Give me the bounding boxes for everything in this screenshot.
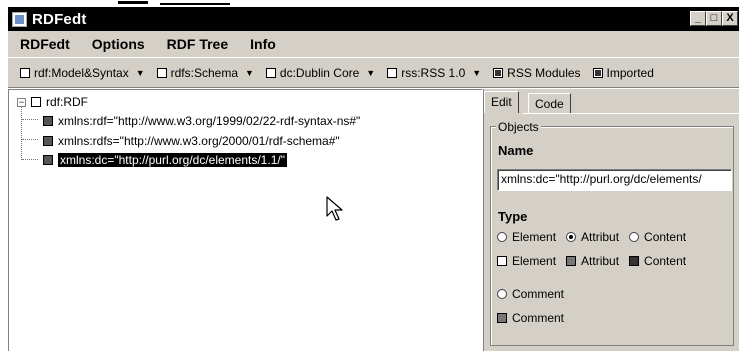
radio-element[interactable]: Element (497, 230, 556, 244)
box-label: Comment (512, 311, 565, 325)
toolbar-item-imported[interactable]: Imported (592, 65, 654, 80)
toolbar-item-rdfs-schema[interactable]: rdfs:Schema ▼ (156, 65, 254, 80)
radio-icon[interactable] (497, 232, 507, 242)
toolbar-label: RSS Modules (507, 65, 581, 80)
type-label: Type (498, 209, 528, 224)
dropdown-arrow-icon[interactable]: ▼ (472, 68, 481, 78)
box-element[interactable]: Element (497, 254, 556, 268)
close-button[interactable]: X (722, 11, 738, 26)
square-icon (566, 256, 577, 266)
menu-info[interactable]: Info (250, 36, 276, 52)
node-icon (43, 136, 53, 146)
node-icon (43, 116, 53, 126)
menu-rdf-tree[interactable]: RDF Tree (167, 36, 228, 52)
type-radio-row: Element Attribut Content (497, 230, 696, 244)
mouse-pointer-icon (326, 196, 343, 221)
top-edge-strip (0, 0, 739, 7)
title-bar: RDFedt _ □ X (8, 7, 739, 31)
menu-bar: RDFedt Options RDF Tree Info (8, 31, 739, 57)
box-label: Content (644, 254, 687, 268)
menu-options[interactable]: Options (92, 36, 145, 52)
checkbox-imported[interactable] (592, 67, 603, 78)
box-comment[interactable]: Comment (497, 311, 564, 325)
square-icon (497, 256, 507, 266)
tree-connector-line (21, 107, 22, 160)
checkbox-rss[interactable] (387, 67, 398, 78)
tree-node-selected[interactable]: xmlns:dc="http://purl.org/dc/elements/1.… (38, 152, 288, 168)
tree-root-node[interactable]: − rdf:RDF (17, 95, 88, 109)
node-icon (43, 155, 53, 165)
tree-node-label: xmlns:rdfs="http://www.w3.org/2000/01/rd… (58, 134, 340, 148)
dropdown-arrow-icon[interactable]: ▼ (136, 68, 145, 78)
radio-label: Attribut (581, 230, 620, 244)
tree-connector-line (22, 139, 38, 140)
app-icon (12, 11, 27, 27)
tree-node[interactable]: xmlns:rdfs="http://www.w3.org/2000/01/rd… (38, 134, 340, 148)
tab-code[interactable]: Code (528, 93, 571, 113)
toolbar-item-rss-modules[interactable]: RSS Modules (493, 65, 581, 80)
checkbox-rdf-model-syntax[interactable] (20, 67, 30, 78)
radio-label: Comment (512, 287, 565, 301)
checkbox-rdfs-schema[interactable] (156, 67, 167, 78)
dropdown-arrow-icon[interactable]: ▼ (245, 68, 254, 78)
toolbar-label: rss:RSS 1.0 (401, 65, 466, 80)
minimize-button[interactable]: _ (690, 11, 706, 26)
toolbar-item-dublin-core[interactable]: dc:Dublin Core ▼ (265, 65, 375, 80)
toolbar: rdf:Model&Syntax ▼ rdfs:Schema ▼ dc:Dubl… (8, 57, 739, 88)
box-label: Attribut (581, 254, 620, 268)
maximize-button[interactable]: □ (706, 11, 722, 26)
toolbar-label: dc:Dublin Core (279, 65, 360, 80)
name-field[interactable]: xmlns:dc="http://purl.org/dc/elements/ (497, 169, 732, 191)
objects-group-label: Objects (496, 120, 541, 134)
radio-attribut[interactable]: Attribut (566, 230, 619, 244)
menu-rdfedt[interactable]: RDFedt (20, 36, 70, 52)
rdf-tree-panel[interactable]: − rdf:RDF xmlns:rdf="http://www.w3.org/1… (8, 89, 482, 351)
checkbox-rss-modules[interactable] (493, 67, 504, 78)
box-content[interactable]: Content (629, 254, 686, 268)
type-box-row: Element Attribut Content (497, 254, 696, 268)
tree-node-label: xmlns:dc="http://purl.org/dc/elements/1.… (57, 152, 288, 168)
checkbox-dublin-core[interactable] (265, 67, 276, 78)
toolbar-label: rdf:Model&Syntax (34, 65, 129, 80)
square-icon (497, 313, 507, 323)
radio-content[interactable]: Content (629, 230, 686, 244)
toolbar-label: Imported (606, 65, 654, 80)
tree-node-label: xmlns:rdf="http://www.w3.org/1999/02/22-… (58, 114, 361, 128)
tab-edit[interactable]: Edit (484, 91, 519, 113)
radio-comment[interactable]: Comment (497, 287, 564, 301)
radio-icon[interactable] (566, 232, 577, 242)
properties-panel: Edit Code Objects Name xmlns:dc="http://… (483, 89, 739, 351)
tree-root-label: rdf:RDF (46, 95, 88, 109)
tab-divider (522, 113, 739, 114)
box-label: Element (512, 254, 557, 268)
dropdown-arrow-icon[interactable]: ▼ (366, 68, 375, 78)
toolbar-item-rss[interactable]: rss:RSS 1.0 ▼ (387, 66, 481, 80)
square-icon (629, 256, 640, 266)
tree-connector-line (22, 119, 38, 120)
radio-icon[interactable] (629, 232, 640, 242)
radio-icon[interactable] (497, 289, 507, 299)
tree-node[interactable]: xmlns:rdf="http://www.w3.org/1999/02/22-… (38, 114, 360, 128)
toolbar-label: rdfs:Schema (170, 65, 238, 80)
toolbar-item-rdf-model-syntax[interactable]: rdf:Model&Syntax ▼ (20, 66, 145, 80)
radio-label: Content (644, 230, 687, 244)
node-icon (31, 97, 41, 107)
box-attribut[interactable]: Attribut (566, 254, 619, 268)
tree-connector-line (22, 159, 38, 160)
window-title: RDFedt (32, 10, 87, 28)
comment-radio-row: Comment (497, 287, 574, 301)
comment-box-row: Comment (497, 311, 574, 325)
collapse-icon[interactable]: − (17, 97, 26, 107)
radio-label: Element (512, 230, 557, 244)
name-label: Name (498, 143, 534, 158)
